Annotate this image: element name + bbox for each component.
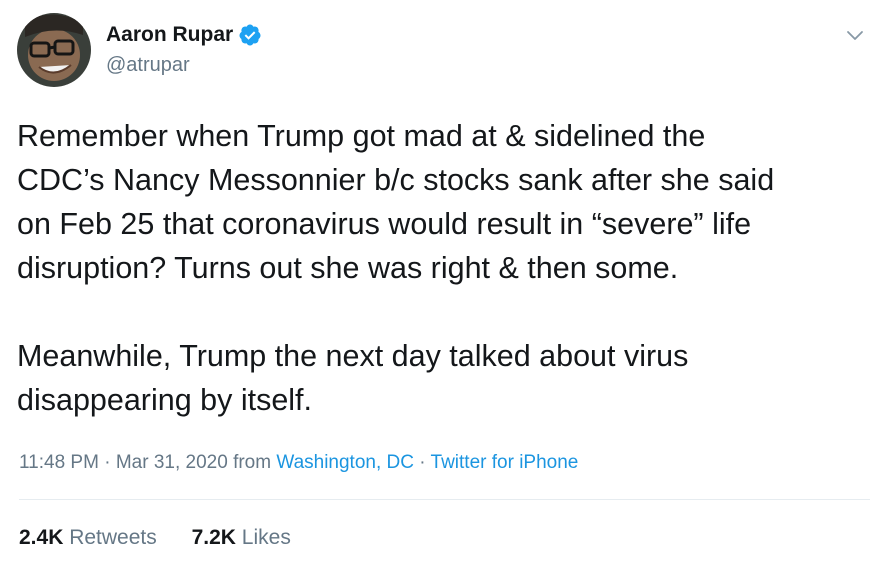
avatar-image — [17, 13, 91, 87]
divider — [19, 499, 870, 500]
author-name-row: Aaron Rupar — [106, 23, 262, 47]
location-link[interactable]: Washington, DC — [276, 452, 414, 473]
likes-stat[interactable]: 7.2K Likes — [192, 524, 291, 552]
likes-count: 7.2K — [191, 526, 236, 549]
tweet-metadata: 11:48 PM · Mar 31, 2020 from Washington,… — [19, 450, 578, 476]
author-display-name[interactable]: Aaron Rupar — [106, 23, 233, 47]
tweet-text: Remember when Trump got mad at & sidelin… — [17, 119, 775, 417]
retweets-label: Retweets — [69, 526, 157, 549]
chevron-down-icon[interactable] — [843, 23, 867, 47]
meta-separator-2: · — [419, 452, 426, 473]
tweet-stats: 2.4K Retweets 7.2K Likes — [19, 524, 291, 552]
source-link[interactable]: Twitter for iPhone — [431, 452, 579, 473]
verified-badge-icon — [239, 24, 261, 46]
likes-label: Likes — [241, 526, 291, 549]
retweets-count: 2.4K — [19, 526, 64, 549]
avatar[interactable] — [17, 13, 91, 87]
from-label: from — [233, 452, 272, 473]
tweet-date[interactable]: Mar 31, 2020 — [116, 452, 228, 473]
tweet-card: Aaron Rupar @atrupar Remember when Trump… — [0, 0, 890, 570]
meta-separator: · — [104, 452, 111, 473]
retweets-stat[interactable]: 2.4K Retweets — [19, 524, 157, 552]
author-handle[interactable]: @atrupar — [106, 53, 190, 77]
tweet-time[interactable]: 11:48 PM — [19, 452, 99, 473]
